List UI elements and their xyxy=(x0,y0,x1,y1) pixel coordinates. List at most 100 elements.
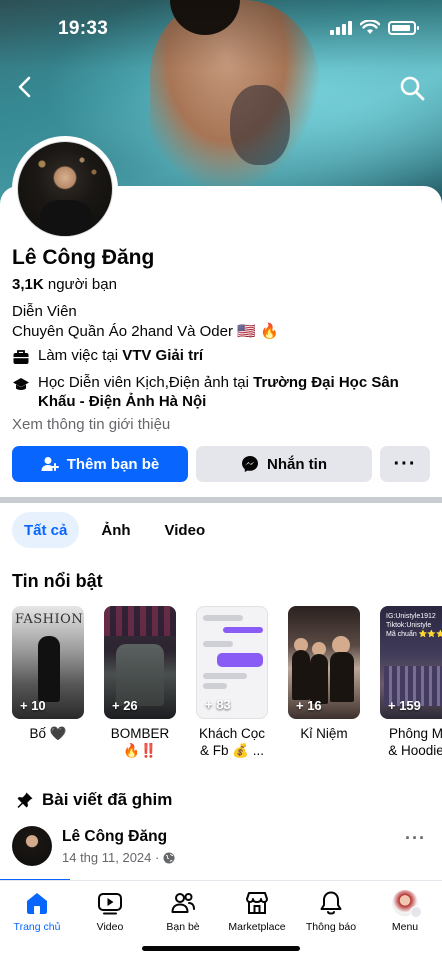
highlight-item[interactable]: + 83 Khách Cọc & Fb 💰 ... xyxy=(196,606,268,759)
nav-menu[interactable]: Menu xyxy=(370,889,440,933)
highlight-label: Phông M & Hoodie xyxy=(380,725,442,759)
highlight-label: Kỉ Niệm xyxy=(300,726,348,741)
highlight-label-line2: & Hoodie xyxy=(388,743,442,758)
highlight-label-line1: Phông M xyxy=(388,726,442,741)
thumb-person xyxy=(310,654,328,704)
chat-bubble xyxy=(217,653,263,667)
more-options-label: ··· xyxy=(393,452,417,475)
pinned-post-header: Lê Công Đăng 14 thg 11, 2024 · ··· xyxy=(12,826,430,870)
highlights-title: Tin nổi bật xyxy=(12,571,103,591)
nav-friends-label: Bạn bè xyxy=(166,921,200,933)
more-options-button[interactable]: ··· xyxy=(380,446,430,482)
briefcase-icon xyxy=(13,350,29,364)
friends-count[interactable]: 3,1K người bạn xyxy=(12,276,117,293)
nav-video[interactable]: Video xyxy=(75,889,145,933)
menu-badge xyxy=(410,906,422,918)
work-place[interactable]: VTV Giải trí xyxy=(122,347,203,364)
highlight-label: BOMBER 🔥‼️ xyxy=(104,725,176,759)
profile-avatar[interactable] xyxy=(12,136,118,242)
nav-marketplace[interactable]: Marketplace xyxy=(222,889,292,933)
highlight-item[interactable]: FASHION + 10 Bố 🖤 xyxy=(12,606,84,759)
menu-avatar xyxy=(392,890,422,918)
highlight-item[interactable]: + 16 Kỉ Niệm xyxy=(288,606,360,759)
chat-bubble xyxy=(203,615,243,621)
bio-line-1: Diễn Viên xyxy=(12,303,77,320)
highlight-thumb: + 83 xyxy=(196,606,268,719)
highlights-row: FASHION + 10 Bố 🖤 + 26 BOMBER 🔥‼️ + 83 K… xyxy=(12,606,442,759)
status-icons xyxy=(330,20,419,35)
see-about-link[interactable]: Xem thông tin giới thiệu xyxy=(12,416,170,433)
profile-name: Lê Công Đăng xyxy=(12,246,155,269)
highlight-label: Khách Cọc & Fb 💰 ... xyxy=(196,725,268,759)
post-date[interactable]: 14 thg 11, 2024 · xyxy=(62,850,159,865)
education-info: Học Diễn viên Kịch,Điện ảnh tại Trường Đ… xyxy=(12,373,432,411)
highlight-label-line1: Khách Cọc xyxy=(198,726,266,741)
highlight-count: + 10 xyxy=(20,698,46,713)
highlight-count: + 16 xyxy=(296,698,322,713)
highlight-count: + 159 xyxy=(388,698,421,713)
post-author-name[interactable]: Lê Công Đăng xyxy=(62,828,167,846)
highlight-item[interactable]: IG:Unistyle1912 Tiktok:Unistyle Mã chuẩn… xyxy=(380,606,442,759)
signal-icon xyxy=(330,20,352,35)
section-divider xyxy=(0,497,442,503)
status-time: 19:33 xyxy=(58,18,109,39)
nav-home[interactable]: Trang chủ xyxy=(2,889,72,933)
tab-photos[interactable]: Ảnh xyxy=(89,512,142,548)
home-icon xyxy=(27,893,47,914)
nav-video-label: Video xyxy=(96,921,124,933)
nav-home-label: Trang chủ xyxy=(13,921,61,933)
pinned-title-text: Bài viết đã ghim xyxy=(42,790,173,809)
thumb-person xyxy=(330,652,354,702)
messenger-icon xyxy=(242,456,258,472)
thumb-fashion-text: FASHION xyxy=(15,612,84,627)
highlight-thumb: + 16 xyxy=(288,606,360,719)
chat-bubble xyxy=(223,627,263,633)
pin-icon xyxy=(17,792,33,808)
tab-all[interactable]: Tất cả xyxy=(12,512,80,548)
highlight-count: + 83 xyxy=(205,697,231,712)
wifi-icon xyxy=(360,20,380,34)
nav-notifications-label: Thông báo xyxy=(305,921,357,933)
thumb-caption: IG:Unistyle1912 Tiktok:Unistyle Mã chuẩn… xyxy=(386,613,442,638)
nav-menu-label: Menu xyxy=(391,921,419,933)
battery-icon xyxy=(388,20,419,35)
highlight-label: Bố 🖤 xyxy=(29,726,67,741)
post-author-avatar[interactable] xyxy=(12,826,52,866)
tab-videos[interactable]: Video xyxy=(153,512,218,548)
friends-number: 3,1K xyxy=(12,276,44,293)
bio-line-2: Chuyên Quần Áo 2hand Và Oder 🇺🇸 🔥 xyxy=(12,323,279,340)
nav-friends[interactable]: Bạn bè xyxy=(148,889,218,933)
nav-marketplace-label: Marketplace xyxy=(228,921,286,933)
thumb-person xyxy=(292,650,310,700)
nav-notifications[interactable]: Thông báo xyxy=(296,889,366,933)
post-meta: 14 thg 11, 2024 · xyxy=(62,850,175,865)
back-arrow-icon[interactable] xyxy=(10,72,40,102)
chat-bubble xyxy=(203,683,227,689)
thumb-jacket xyxy=(116,644,164,706)
add-friend-button[interactable]: Thêm bạn bè xyxy=(12,446,188,482)
thumb-lights xyxy=(104,606,176,636)
highlight-count: + 26 xyxy=(112,698,138,713)
message-button[interactable]: Nhắn tin xyxy=(196,446,372,482)
avatar-body xyxy=(40,200,92,236)
add-friend-label: Thêm bạn bè xyxy=(66,455,160,473)
message-label: Nhắn tin xyxy=(267,455,327,473)
chat-bubble xyxy=(203,641,233,647)
highlight-label-line1: BOMBER xyxy=(110,726,170,741)
video-icon xyxy=(98,893,122,915)
chat-bubble xyxy=(203,673,247,679)
highlight-item[interactable]: + 26 BOMBER 🔥‼️ xyxy=(104,606,176,759)
highlight-thumb: IG:Unistyle1912 Tiktok:Unistyle Mã chuẩn… xyxy=(380,606,442,719)
search-icon[interactable] xyxy=(398,74,426,102)
bell-icon xyxy=(320,891,342,915)
work-prefix: Làm việc tại xyxy=(38,347,119,364)
post-more-button[interactable]: ··· xyxy=(405,828,426,849)
highlight-thumb: + 26 xyxy=(104,606,176,719)
edu-prefix: Học Diễn viên Kịch,Điện ảnh tại xyxy=(38,374,249,391)
status-bar: 19:33 xyxy=(0,0,442,56)
add-friend-icon xyxy=(41,457,59,471)
highlight-label-line2: & Fb 💰 ... xyxy=(199,743,265,758)
friends-icon xyxy=(171,893,195,913)
home-indicator xyxy=(142,946,300,951)
highlight-thumb: FASHION + 10 xyxy=(12,606,84,719)
